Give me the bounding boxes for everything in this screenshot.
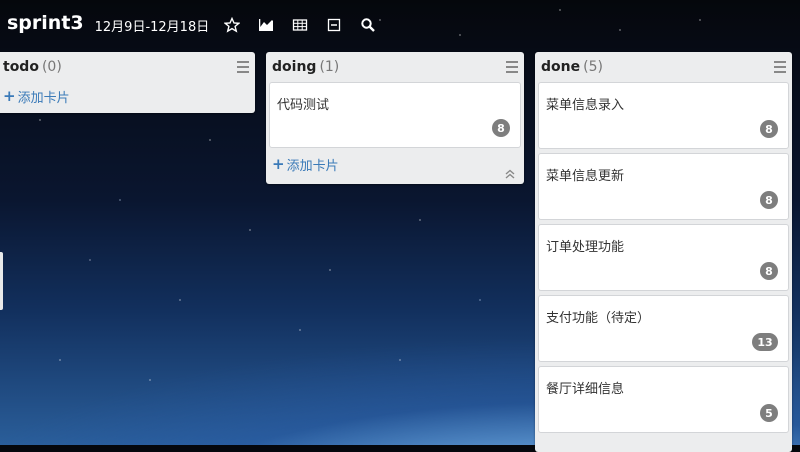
list-name[interactable]: done xyxy=(541,59,580,75)
story-points-badge: 8 xyxy=(760,120,778,138)
list-menu-icon[interactable] xyxy=(506,61,518,73)
star-icon[interactable] xyxy=(223,16,241,34)
side-panel-handle[interactable] xyxy=(0,252,3,310)
board-header: sprint3 12月9日-12月18日 xyxy=(0,0,800,50)
story-points-badge: 13 xyxy=(752,333,778,351)
collapse-icon[interactable] xyxy=(504,165,516,179)
list-name[interactable]: todo xyxy=(3,59,39,75)
search-icon[interactable] xyxy=(359,16,377,34)
card-title: 菜单信息更新 xyxy=(546,169,625,184)
sprint-dates[interactable]: 12月9日-12月18日 xyxy=(95,16,210,35)
card[interactable]: 菜单信息更新 8 xyxy=(538,153,789,220)
list-menu-icon[interactable] xyxy=(774,61,786,73)
list-name[interactable]: doing xyxy=(272,59,316,75)
plus-icon: + xyxy=(3,87,16,105)
card-count: (0) xyxy=(41,59,62,75)
add-card-label: 添加卡片 xyxy=(286,158,339,174)
card-title: 菜单信息录入 xyxy=(546,98,625,113)
story-points-badge: 8 xyxy=(760,262,778,280)
list-header: doing (1) xyxy=(266,52,524,82)
card[interactable]: 菜单信息录入 8 xyxy=(538,82,789,149)
card-count: (5) xyxy=(583,59,603,75)
table-icon[interactable] xyxy=(291,16,309,34)
card[interactable]: 订单处理功能 8 xyxy=(538,224,789,291)
board-title[interactable]: sprint3 xyxy=(7,12,84,34)
list-header: done (5) xyxy=(535,52,792,82)
minimize-icon[interactable] xyxy=(325,16,343,34)
list-todo: todo (0) + 添加卡片 xyxy=(0,52,255,113)
card-title: 餐厅详细信息 xyxy=(546,382,625,397)
card[interactable]: 代码测试 8 xyxy=(269,82,521,148)
list-menu-icon[interactable] xyxy=(237,61,249,73)
story-points-badge: 8 xyxy=(760,191,778,209)
card-title: 支付功能（待定） xyxy=(546,311,651,326)
add-card-button[interactable]: + 添加卡片 xyxy=(0,82,255,110)
list-header: todo (0) xyxy=(0,52,255,82)
add-card-label: 添加卡片 xyxy=(17,90,70,106)
chart-icon[interactable] xyxy=(257,16,275,34)
card[interactable]: 餐厅详细信息 5 xyxy=(538,366,789,433)
story-points-badge: 5 xyxy=(760,404,778,422)
add-card-button[interactable]: + 添加卡片 xyxy=(266,150,524,178)
list-doing: doing (1) 代码测试 8 + 添加卡片 xyxy=(266,52,524,184)
card-title: 代码测试 xyxy=(277,98,330,113)
list-done: done (5) 菜单信息录入 8 菜单信息更新 8 订单处理功能 8 支付功能… xyxy=(535,52,792,452)
card[interactable]: 支付功能（待定） 13 xyxy=(538,295,789,362)
card-title: 订单处理功能 xyxy=(546,240,625,255)
story-points-badge: 8 xyxy=(492,119,510,137)
plus-icon: + xyxy=(272,155,285,173)
card-count: (1) xyxy=(319,59,340,75)
